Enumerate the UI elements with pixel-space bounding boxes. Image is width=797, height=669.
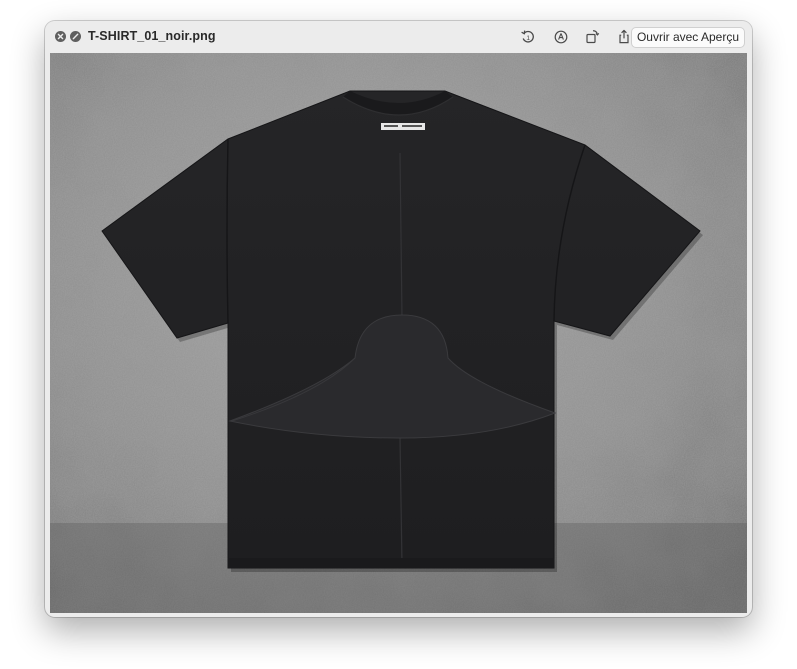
quicklook-window: T-SHIRT_01_noir.png 1 Ouvrir avec Aperçu [45,21,752,617]
image-preview [50,53,747,613]
window-title: T-SHIRT_01_noir.png [88,29,216,43]
close-button[interactable] [55,31,66,42]
close-icon [57,33,64,40]
slash-circle-icon [72,33,79,40]
rotate-left-icon: 1 [521,30,534,43]
markup-pen-icon [554,30,568,44]
open-with-preview-button[interactable]: Ouvrir avec Aperçu [630,27,745,48]
rotate-crop-icon [586,30,600,44]
rotate-crop-button[interactable] [583,28,601,46]
title-bar: T-SHIRT_01_noir.png 1 Ouvrir avec Aperçu [45,21,752,53]
svg-text:1: 1 [526,35,530,42]
fullscreen-button[interactable] [70,31,81,42]
markup-button[interactable] [552,28,570,46]
tshirt-photo [50,53,747,613]
rotate-left-button[interactable]: 1 [519,28,537,46]
